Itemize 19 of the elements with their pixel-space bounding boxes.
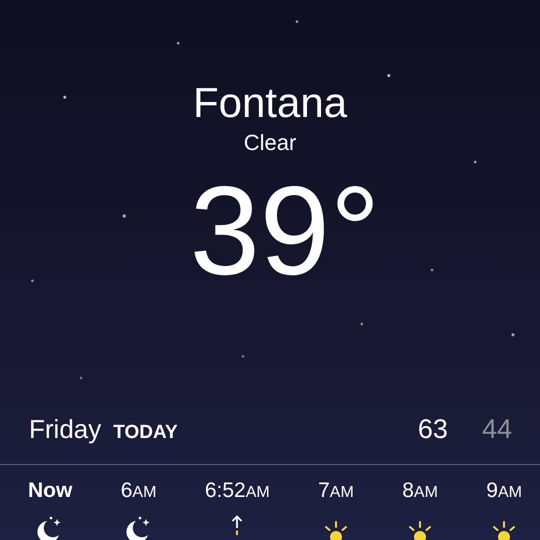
period-label: AM: [330, 484, 354, 502]
weather-condition: Clear: [244, 130, 296, 156]
city-name: Fontana: [192, 78, 348, 128]
period-label: AM: [498, 484, 522, 502]
sunrise-arrow-icon: [231, 515, 244, 535]
low-temperature: 44: [482, 414, 512, 445]
hour-label: 6: [120, 479, 132, 503]
period-label: AM: [246, 484, 270, 502]
today-label: TODAY: [113, 422, 178, 444]
hour-label: Now: [28, 479, 72, 503]
period-label: AM: [414, 484, 438, 502]
current-temperature: 39°: [190, 166, 380, 296]
day-name: Friday: [29, 414, 102, 445]
high-temperature: 63: [418, 414, 448, 445]
hour-label: 7: [318, 479, 330, 503]
period-label: AM: [132, 484, 156, 502]
hour-label: 6:52: [204, 479, 246, 503]
hour-label: 8: [402, 479, 414, 503]
hour-label: 9: [486, 479, 498, 503]
